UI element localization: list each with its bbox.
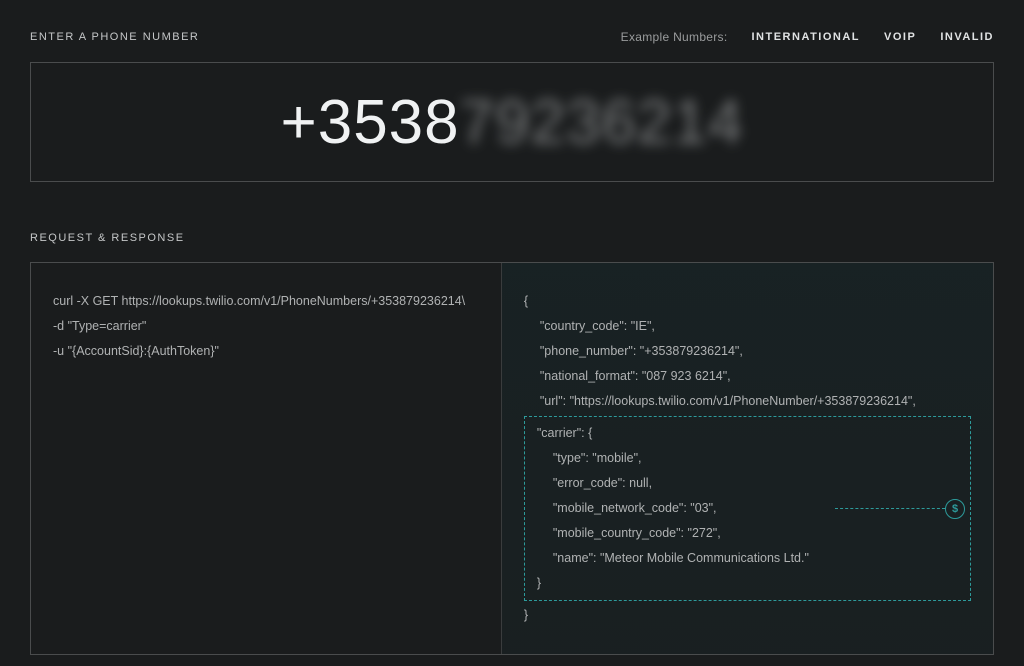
response-line: } (524, 603, 971, 628)
response-column: { "country_code": "IE", "phone_number": … (502, 263, 993, 654)
response-line: "mobile_network_code": "03", (537, 496, 958, 521)
request-response-section: REQUEST & RESPONSE curl -X GET https://l… (30, 232, 994, 655)
phone-input-box[interactable]: +353879236214 (30, 62, 994, 182)
response-line: "error_code": null, (537, 471, 958, 496)
response-line: "country_code": "IE", (524, 314, 971, 339)
carrier-highlight-block: "carrier": { "type": "mobile", "error_co… (524, 416, 971, 601)
request-line: curl -X GET https://lookups.twilio.com/v… (53, 289, 479, 314)
phone-crisp-part: +3538 (281, 88, 460, 157)
request-line: -d "Type=carrier" (53, 314, 479, 339)
example-numbers-row: Example Numbers: INTERNATIONAL VOIP INVA… (621, 30, 994, 44)
phone-display: +353879236214 (281, 87, 744, 158)
connector-line (835, 508, 945, 509)
response-line: "mobile_country_code": "272", (537, 521, 958, 546)
example-voip-link[interactable]: VOIP (884, 31, 916, 43)
enter-phone-label: ENTER A PHONE NUMBER (30, 31, 199, 43)
request-response-label: REQUEST & RESPONSE (30, 232, 994, 244)
response-line: } (537, 571, 958, 596)
response-line: "carrier": { (537, 421, 958, 446)
response-line: "phone_number": "+353879236214", (524, 339, 971, 364)
phone-blur-part: 79236214 (460, 88, 744, 157)
example-numbers-label: Example Numbers: (621, 30, 728, 44)
example-international-link[interactable]: INTERNATIONAL (752, 31, 861, 43)
request-line: -u "{AccountSid}:{AuthToken}" (53, 339, 479, 364)
phone-input-section: ENTER A PHONE NUMBER Example Numbers: IN… (30, 30, 994, 182)
response-line: "type": "mobile", (537, 446, 958, 471)
request-column: curl -X GET https://lookups.twilio.com/v… (31, 263, 502, 654)
response-line: { (524, 289, 971, 314)
response-line: "url": "https://lookups.twilio.com/v1/Ph… (524, 389, 971, 414)
example-invalid-link[interactable]: INVALID (940, 31, 994, 43)
dollar-icon[interactable]: $ (945, 499, 965, 519)
response-line: "name": "Meteor Mobile Communications Lt… (537, 546, 958, 571)
request-response-box: curl -X GET https://lookups.twilio.com/v… (30, 262, 994, 655)
response-line: "national_format": "087 923 6214", (524, 364, 971, 389)
